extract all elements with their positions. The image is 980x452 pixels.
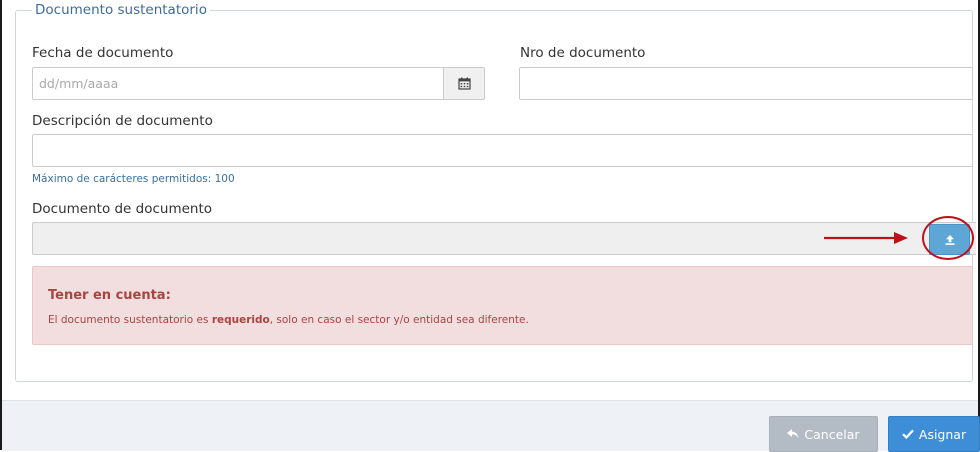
calendar-icon <box>457 77 471 90</box>
upload-icon <box>945 234 954 245</box>
archivo-file-input[interactable] <box>32 222 976 255</box>
archivo-label: Documento de documento <box>32 201 213 217</box>
fecha-input-wrapper <box>32 67 443 100</box>
fecha-input[interactable] <box>33 68 443 99</box>
check-icon <box>902 429 914 439</box>
alert-text-after: , solo en caso el sector y/o entidad sea… <box>269 314 529 326</box>
window-border-left <box>0 0 2 450</box>
assign-label: Asignar <box>918 426 967 442</box>
calendar-button[interactable] <box>443 67 485 100</box>
descripcion-input[interactable] <box>33 135 972 166</box>
alert-message: El documento sustentatorio es requerido,… <box>48 314 529 326</box>
dialog-frame: Documento sustentatorio Fecha de documen… <box>0 0 980 452</box>
nro-input[interactable] <box>520 68 972 99</box>
alert-title: Tener en cuenta: <box>48 288 171 303</box>
fecha-label: Fecha de documento <box>32 45 174 61</box>
cancel-label: Cancelar <box>804 426 860 442</box>
fieldset-legend: Documento sustentatorio <box>32 2 210 18</box>
assign-button[interactable]: Asignar <box>888 416 980 452</box>
descripcion-input-wrapper <box>32 134 973 167</box>
nro-label: Nro de documento <box>520 45 646 61</box>
descripcion-label: Descripción de documento <box>32 113 213 129</box>
cancel-button[interactable]: Cancelar <box>769 416 878 452</box>
alert-box: Tener en cuenta: El documento sustentato… <box>32 266 973 345</box>
descripcion-hint: Máximo de carácteres permitidos: 100 <box>32 173 235 185</box>
alert-text-before: El documento sustentatorio es <box>48 314 212 326</box>
reply-icon <box>787 429 799 439</box>
upload-button[interactable] <box>929 224 970 255</box>
nro-input-wrapper <box>519 67 973 100</box>
alert-text-bold: requerido <box>211 314 270 326</box>
